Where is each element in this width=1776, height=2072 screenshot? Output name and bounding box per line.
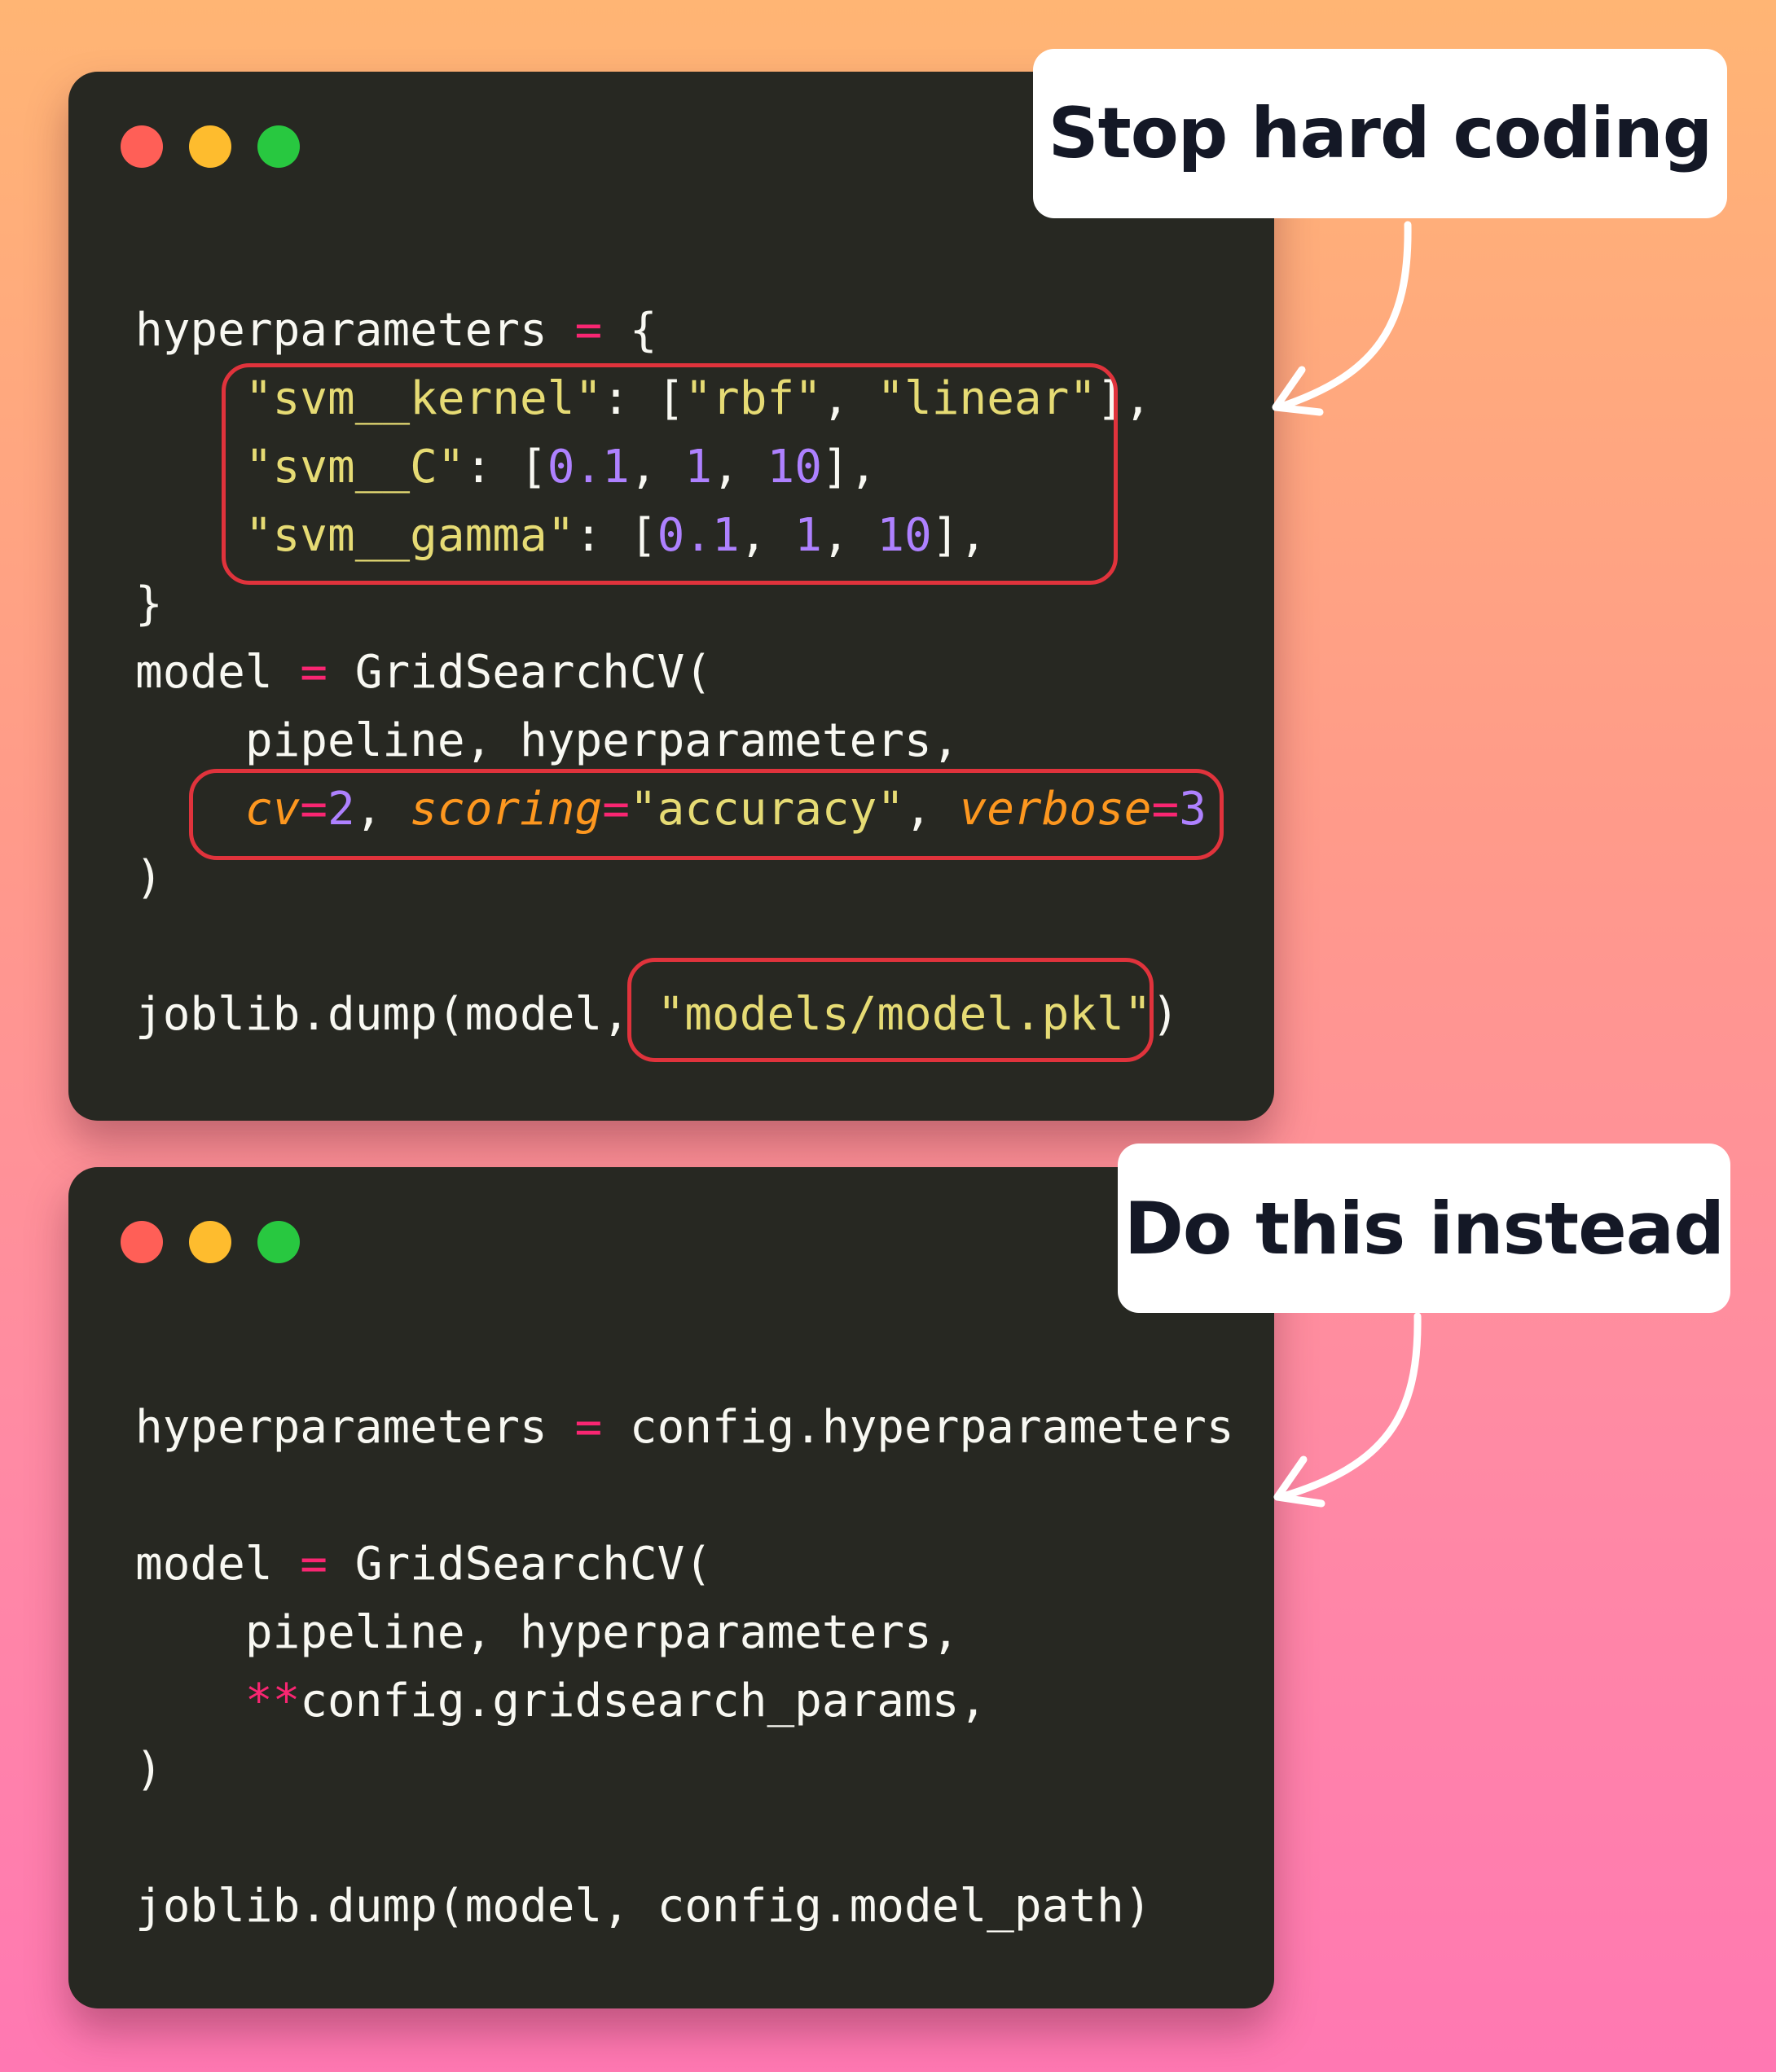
callout-label: Stop hard coding [1048, 93, 1713, 174]
callout-label: Do this instead [1123, 1186, 1725, 1271]
arrow-icon [1272, 221, 1422, 1508]
callout-do-this-instead: Do this instead [1118, 1144, 1730, 1313]
callout-stop-hard-coding: Stop hard coding [1033, 49, 1727, 218]
